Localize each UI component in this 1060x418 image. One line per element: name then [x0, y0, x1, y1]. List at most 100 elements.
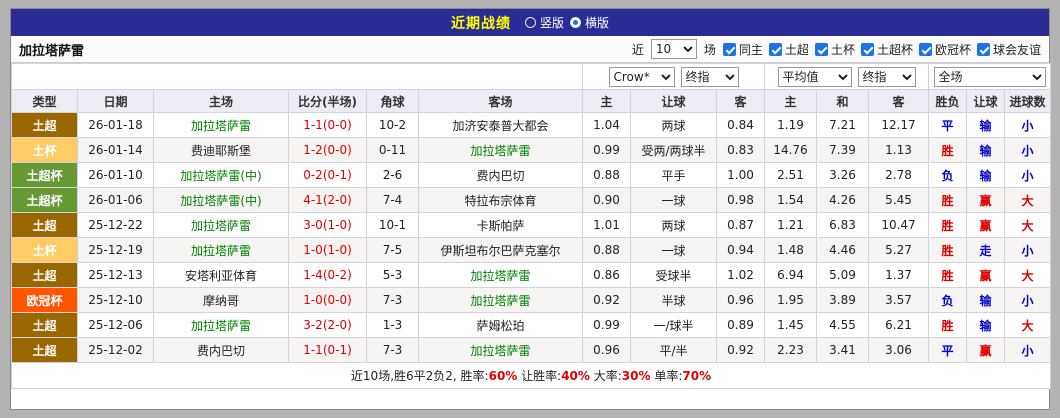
- asia-home-odds: 1.01: [582, 212, 631, 238]
- score: 1-4(0-2): [288, 262, 367, 288]
- asia-odds-group: Crow* 终指: [581, 63, 766, 90]
- league-badge: 土超: [11, 112, 78, 138]
- checkbox-icon[interactable]: [860, 42, 874, 56]
- goals-result: 小: [1004, 112, 1052, 138]
- euro-away-odds: 1.37: [868, 262, 930, 288]
- euro-odds-group: 平均值 终指: [764, 63, 930, 90]
- goals-result: 大: [1004, 187, 1052, 213]
- asia-away-odds: 0.94: [715, 237, 766, 263]
- goals-result: 小: [1004, 162, 1052, 188]
- summary-percentage: 40%: [561, 369, 590, 383]
- asia-home-odds: 0.96: [582, 337, 631, 363]
- match-row: 土超 25-12-13 安塔利亚体育 1-4(0-2) 5-3 加拉塔萨雷 0.86 受球半 1…: [11, 262, 1052, 288]
- checkbox-icon[interactable]: [918, 42, 932, 56]
- column-header: 客: [868, 89, 930, 113]
- home-team: 摩纳哥: [153, 287, 289, 313]
- checkbox-icon[interactable]: [814, 42, 828, 56]
- home-team: 安塔利亚体育: [153, 262, 289, 288]
- column-header: 主: [582, 89, 631, 113]
- asia-away-odds: 0.92: [715, 337, 766, 363]
- league-filter-checkbox[interactable]: 土杯: [814, 41, 855, 58]
- summary-label: 单率:: [650, 369, 683, 383]
- league-badge: 土超: [11, 212, 78, 238]
- asia-company-select[interactable]: Crow*: [608, 66, 675, 87]
- asia-home-odds: 0.86: [582, 262, 631, 288]
- euro-draw-odds: 5.09: [816, 262, 870, 288]
- corners: 7-5: [366, 237, 419, 263]
- away-team: 加济安泰普大都会: [418, 112, 583, 138]
- asia-stage-select[interactable]: 终指: [680, 66, 739, 87]
- home-team: 费内巴切: [153, 337, 289, 363]
- match-date: 26-01-06: [77, 187, 154, 213]
- corners: 0-11: [366, 137, 419, 163]
- league-filter-checkbox[interactable]: 土超: [768, 41, 809, 58]
- goals-result: 小: [1004, 337, 1052, 363]
- euro-home-odds: 6.94: [764, 262, 818, 288]
- scope-select[interactable]: 全场: [933, 66, 1046, 87]
- asia-away-odds: 0.83: [715, 137, 766, 163]
- euro-away-odds: 1.13: [868, 137, 930, 163]
- goals-result: 小: [1004, 137, 1052, 163]
- goals-result: 大: [1004, 212, 1052, 238]
- home-team: 加拉塔萨雷: [153, 312, 289, 338]
- checkbox-icon[interactable]: [768, 42, 782, 56]
- euro-home-odds: 1.95: [764, 287, 818, 313]
- radio-label: 竖版: [539, 16, 564, 30]
- column-header: 胜负: [928, 89, 968, 113]
- goals-result: 大: [1004, 262, 1052, 288]
- column-header: 主: [764, 89, 818, 113]
- results-table-body: 土超 26-01-18 加拉塔萨雷 1-1(0-0) 10-2 加济安泰普大都会 1.04 两…: [11, 112, 1052, 363]
- score: 1-1(0-1): [288, 337, 367, 363]
- column-header: 让球: [966, 89, 1006, 113]
- league-filter-checkbox[interactable]: 同主: [722, 41, 763, 58]
- euro-home-odds: 1.45: [764, 312, 818, 338]
- euro-company-select[interactable]: 平均值: [777, 66, 852, 87]
- asia-away-odds: 0.84: [715, 112, 766, 138]
- win-lose-result: 负: [928, 162, 968, 188]
- league-filter-checkbox[interactable]: 土超杯: [860, 41, 913, 58]
- column-header: 让球: [630, 89, 717, 113]
- summary-text: 近10场,胜6平2负2, 胜率:60% 让胜率:40% 大率:30% 单率:70…: [10, 362, 1052, 389]
- match-row: 土超 26-01-18 加拉塔萨雷 1-1(0-0) 10-2 加济安泰普大都会 1.04 两…: [11, 112, 1052, 138]
- league-filter-checkbox[interactable]: 球会友谊: [976, 41, 1041, 58]
- euro-draw-odds: 3.41: [816, 337, 870, 363]
- away-team: 特拉布宗体育: [418, 187, 583, 213]
- away-team: 萨姆松珀: [418, 312, 583, 338]
- summary-row: 近10场,胜6平2负2, 胜率:60% 让胜率:40% 大率:30% 单率:70…: [10, 362, 1052, 389]
- radio-icon[interactable]: [524, 17, 536, 28]
- radio-label: 横版: [585, 16, 610, 30]
- euro-stage-select[interactable]: 终指: [857, 66, 916, 87]
- radio-selected-icon[interactable]: [570, 17, 581, 28]
- euro-draw-odds: 7.21: [816, 112, 870, 138]
- handicap-result: 输: [966, 112, 1006, 138]
- summary-label: 让胜率:: [517, 369, 562, 383]
- league-filter-checkbox[interactable]: 欧冠杯: [918, 41, 971, 58]
- handicap: 平/半: [630, 337, 717, 363]
- away-team: 卡斯帕萨: [418, 212, 583, 238]
- column-header: 角球: [366, 89, 419, 113]
- match-date: 25-12-06: [77, 312, 154, 338]
- handicap: 半球: [630, 287, 717, 313]
- score: 3-2(2-0): [288, 312, 367, 338]
- recent-label: 近: [631, 42, 644, 57]
- recent-count-select[interactable]: 10: [650, 39, 697, 59]
- handicap-result: 输: [966, 312, 1006, 338]
- summary-label: 大率:: [589, 369, 622, 383]
- win-lose-result: 胜: [928, 212, 968, 238]
- euro-home-odds: 1.19: [764, 112, 818, 138]
- euro-home-odds: 2.51: [764, 162, 818, 188]
- match-date: 26-01-18: [77, 112, 154, 138]
- column-header: 日期: [77, 89, 154, 113]
- checkbox-icon[interactable]: [976, 42, 990, 56]
- goals-result: 小: [1004, 237, 1052, 263]
- checkbox-icon[interactable]: [722, 42, 736, 56]
- euro-home-odds: 1.21: [764, 212, 818, 238]
- win-lose-result: 胜: [928, 262, 968, 288]
- layout-toggle: 竖版 横版: [524, 14, 609, 31]
- layout-option[interactable]: 横版: [570, 14, 609, 31]
- layout-option[interactable]: 竖版: [524, 14, 564, 31]
- away-team: 加拉塔萨雷: [418, 287, 583, 313]
- score: 1-1(0-0): [288, 112, 367, 138]
- summary-label: 近10场,胜6平2负2, 胜率:: [350, 369, 489, 383]
- handicap: 一球: [630, 237, 717, 263]
